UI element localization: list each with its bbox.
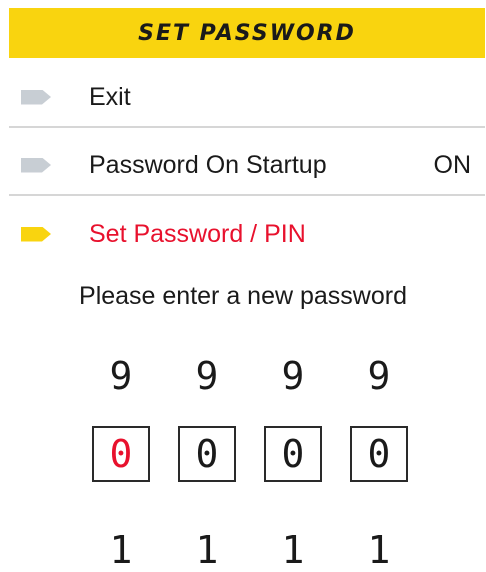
menu-item-password-on-startup[interactable]: Password On Startup ON <box>9 136 485 196</box>
digit-preview-below: 1 <box>367 528 391 572</box>
digit-preview-above: 9 <box>367 354 391 398</box>
password-prompt: Please enter a new password <box>79 282 407 310</box>
digit-preview-above: 9 <box>281 354 305 398</box>
arrow-bullet-icon <box>21 157 51 173</box>
digit-preview-above: 9 <box>109 354 133 398</box>
digit-row-below: 1 1 1 1 <box>0 522 486 572</box>
page-title: SET PASSWORD <box>138 20 356 46</box>
pin-digit-box-1[interactable]: 0 <box>92 426 150 482</box>
digit-preview-below: 1 <box>281 528 305 572</box>
arrow-bullet-icon <box>21 226 51 242</box>
menu-item-set-password-pin[interactable]: Set Password / PIN <box>9 204 485 264</box>
digit-row-current: 0 0 0 0 <box>0 426 486 486</box>
menu-item-exit[interactable]: Exit <box>9 68 485 128</box>
menu-item-value: ON <box>433 150 472 179</box>
menu-item-label: Password On Startup <box>89 150 327 179</box>
pin-digit-box-3[interactable]: 0 <box>264 426 322 482</box>
arrow-bullet-icon <box>21 89 51 105</box>
pin-digit-box-2[interactable]: 0 <box>178 426 236 482</box>
menu-item-label: Exit <box>89 82 131 111</box>
title-bar: SET PASSWORD <box>9 8 485 58</box>
menu-item-label: Set Password / PIN <box>89 219 306 248</box>
digit-preview-above: 9 <box>195 354 219 398</box>
digit-preview-below: 1 <box>109 528 133 572</box>
digit-preview-below: 1 <box>195 528 219 572</box>
pin-digit-box-4[interactable]: 0 <box>350 426 408 482</box>
digit-row-above: 9 9 9 9 <box>0 348 486 408</box>
